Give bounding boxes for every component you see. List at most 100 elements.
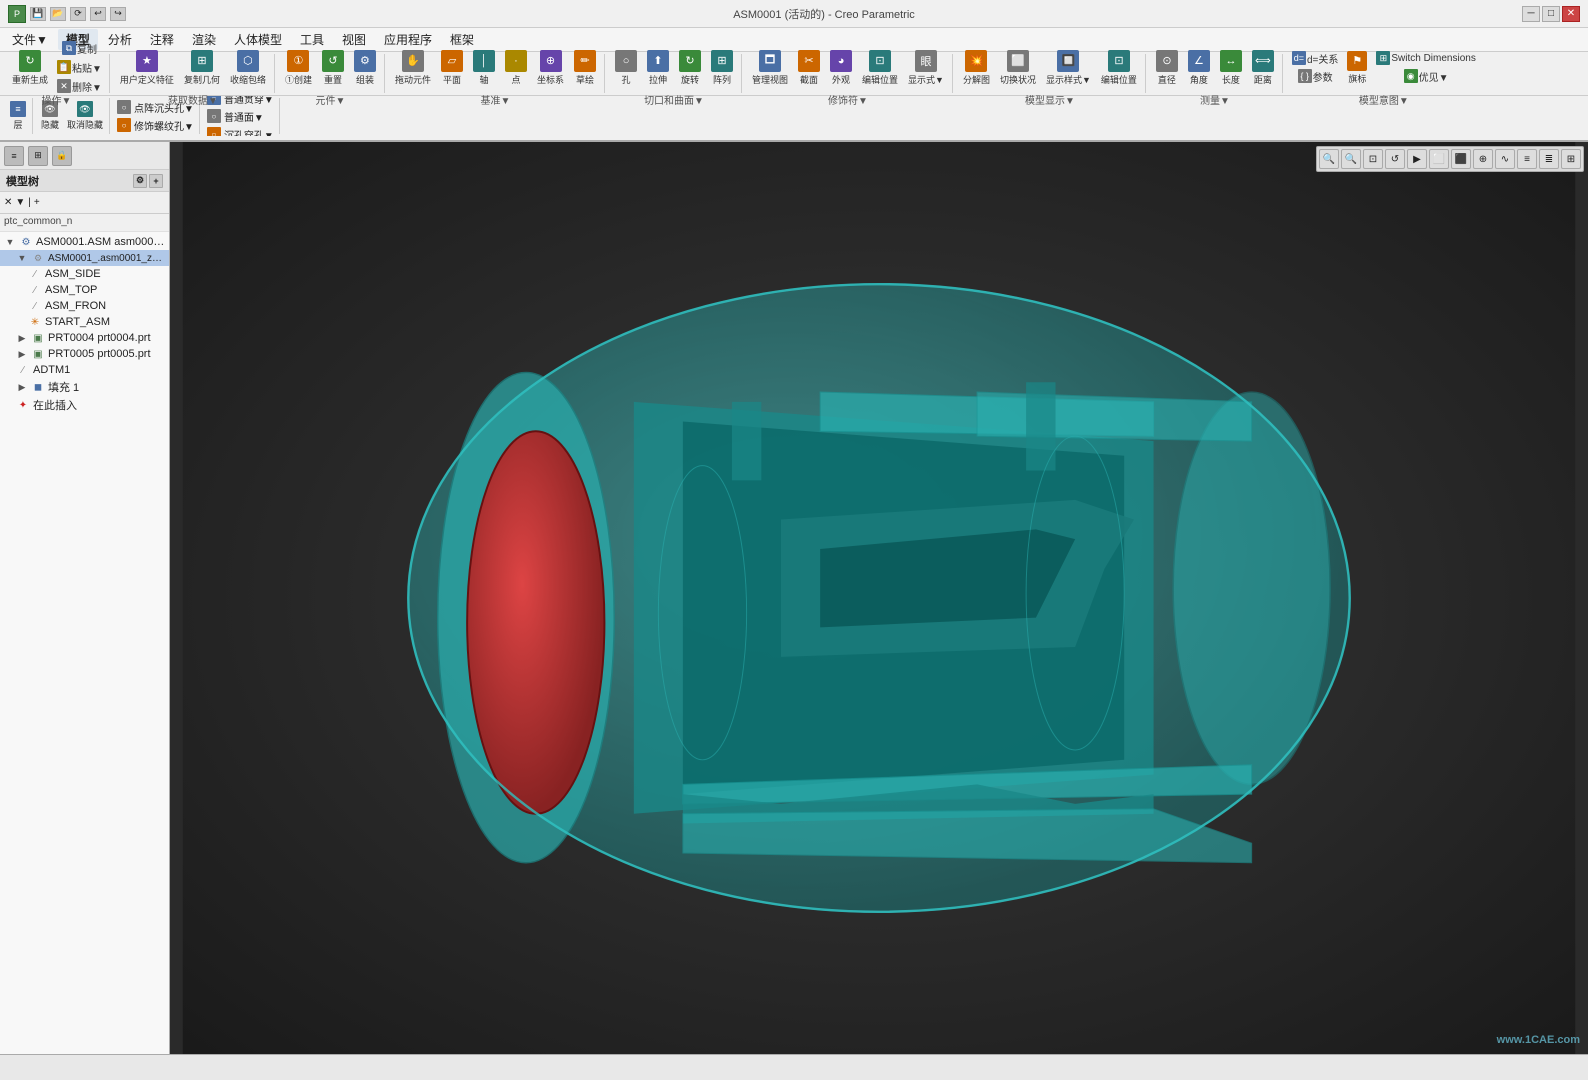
tree-settings-btn[interactable]: ⚙ — [133, 174, 147, 188]
btn-drag[interactable]: ✋ 拖动元件 — [391, 48, 435, 88]
btn-surface-hole-label: 普通面▼ — [224, 109, 264, 124]
tree-item-asm-top[interactable]: ∕ ASM_TOP — [0, 282, 169, 298]
btn-surface-hole[interactable]: ○ 普通面▼ — [205, 108, 276, 125]
btn-edit-pos2[interactable]: ⊡ 编辑位置 — [1097, 48, 1141, 88]
rt-fit[interactable]: ⊡ — [1363, 149, 1383, 169]
menu-view[interactable]: 视图 — [334, 29, 374, 50]
btn-assemble[interactable]: ⚙ 组装 — [350, 48, 380, 88]
btn-axis[interactable]: │ 轴 — [469, 48, 499, 88]
minimize-btn[interactable]: ─ — [1522, 6, 1540, 22]
btn-youjian[interactable]: ◉ 优见▼ — [1373, 68, 1478, 85]
btn-point[interactable]: · 点 — [501, 48, 531, 88]
btn-explode-label: 分解图 — [963, 73, 990, 86]
btn-paste[interactable]: 📋 粘贴▼ — [54, 59, 105, 76]
tree-expand-btn[interactable]: + — [149, 174, 163, 188]
btn-shrink-wrap[interactable]: ⬡ 收缩包络 — [226, 48, 270, 88]
btn-copy-geo[interactable]: ⊞ 复制几何 — [180, 48, 224, 88]
btn-display-style[interactable]: 眼 显示式▼ — [904, 48, 948, 88]
btn-distance[interactable]: ⟺ 距离 — [1248, 48, 1278, 88]
viewport[interactable]: 🔍 🔍 ⊡ ↺ ▶ ⬜ ⬛ ⊕ ∿ ≡ ≣ ⊞ — [170, 142, 1588, 1054]
quick-access-icon3[interactable]: ⟳ — [70, 7, 86, 21]
icon-insert: ✦ — [16, 398, 30, 412]
btn-hole[interactable]: ○ 孔 — [611, 48, 641, 88]
btn-explode[interactable]: 💥 分解图 — [959, 48, 994, 88]
btn-toggle-state[interactable]: ⬜ 切换状况 — [996, 48, 1040, 88]
btn-extrude[interactable]: ⬆ 拉伸 — [643, 48, 673, 88]
menu-human[interactable]: 人体模型 — [226, 29, 290, 50]
btn-length[interactable]: ↔ 长度 — [1216, 48, 1246, 88]
tree-item-prt0004[interactable]: ▶ ▣ PRT0004 prt0004.prt — [0, 330, 169, 346]
btn-deco-thread[interactable]: ○ 修饰螺纹孔▼ — [115, 117, 196, 134]
rt-curve[interactable]: ∿ — [1495, 149, 1515, 169]
quick-access-icon5[interactable]: ↪ — [110, 7, 126, 21]
btn-csys[interactable]: ⊕ 坐标系 — [533, 48, 568, 88]
menu-framework[interactable]: 框架 — [442, 29, 482, 50]
icon-prt0005: ▣ — [31, 347, 45, 361]
menu-tools[interactable]: 工具 — [292, 29, 332, 50]
rt-play[interactable]: ▶ — [1407, 149, 1427, 169]
btn-diameter[interactable]: ⊙ 直径 — [1152, 48, 1182, 88]
tree-item-asm0001[interactable]: ▼ ⚙ ASM0001_.asm0001_zkr100 — [0, 250, 169, 266]
menu-analysis[interactable]: 分析 — [100, 29, 140, 50]
menu-annotation[interactable]: 注释 — [142, 29, 182, 50]
rt-zoom-in[interactable]: 🔍 — [1319, 149, 1339, 169]
tree-item-root[interactable]: ▼ ⚙ ASM0001.ASM asm0001.asm — [0, 234, 169, 250]
sidebar-btn3[interactable]: 🔒 — [52, 146, 72, 166]
rt-wire[interactable]: ⬜ — [1429, 149, 1449, 169]
length-icon: ↔ — [1220, 50, 1242, 72]
btn-plane[interactable]: ▱ 平面 — [437, 48, 467, 88]
btn-edit-pos[interactable]: ⊡ 编辑位置 — [858, 48, 902, 88]
rt-grid2[interactable]: ≣ — [1539, 149, 1559, 169]
maximize-btn[interactable]: □ — [1542, 6, 1560, 22]
btn-relations[interactable]: d= d=关系 — [1289, 50, 1341, 67]
icon-datum-side: ∕ — [28, 267, 42, 281]
btn-reset[interactable]: ↺ 重置 — [318, 48, 348, 88]
btn-countersink2[interactable]: ○ 沉头孔▼ — [115, 135, 196, 137]
menu-apps[interactable]: 应用程序 — [376, 29, 440, 50]
label-root: ASM0001.ASM asm0001.asm — [36, 236, 165, 248]
rt-zoom-out[interactable]: 🔍 — [1341, 149, 1361, 169]
create-icon: ① — [287, 50, 309, 72]
menu-file[interactable]: 文件▼ — [4, 29, 56, 50]
delete-icon: ✕ — [57, 79, 71, 93]
btn-switch-dim[interactable]: ⊞ Switch Dimensions — [1373, 50, 1478, 67]
tree-item-asm-front[interactable]: ∕ ASM_FRON — [0, 298, 169, 314]
quick-access-icon4[interactable]: ↩ — [90, 7, 106, 21]
btn-angle[interactable]: ∠ 角度 — [1184, 48, 1214, 88]
btn-copy[interactable]: ⧉ 复制 — [54, 40, 105, 57]
rt-grid[interactable]: ≡ — [1517, 149, 1537, 169]
btn-params[interactable]: { } 参数 — [1289, 68, 1341, 85]
btn-pattern[interactable]: ⊞ 阵列 — [707, 48, 737, 88]
btn-cbore-through[interactable]: ○ 沉孔穿孔▼ — [205, 126, 276, 137]
tree-item-asm-side[interactable]: ∕ ASM_SIDE — [0, 266, 169, 282]
btn-regenerate[interactable]: ↻ 重新生成 — [8, 48, 52, 88]
btn-flag[interactable]: ⚑ 旗标 — [1343, 49, 1371, 87]
sidebar-btn2[interactable]: ⊞ — [28, 146, 48, 166]
tree-item-start-asm[interactable]: ✳ START_ASM — [0, 314, 169, 330]
rt-reset-view[interactable]: ↺ — [1385, 149, 1405, 169]
btn-create-label: ①创建 — [285, 73, 312, 86]
btn-section[interactable]: ✂ 截面 — [794, 48, 824, 88]
tree-item-prt0005[interactable]: ▶ ▣ PRT0005 prt0005.prt — [0, 346, 169, 362]
quick-access-icon1[interactable]: 💾 — [30, 7, 46, 21]
sidebar-btn1[interactable]: ≡ — [4, 146, 24, 166]
btn-layer[interactable]: ≡ 层 — [7, 100, 29, 132]
label-asm-front: ASM_FRON — [45, 300, 106, 312]
btn-revolve[interactable]: ↻ 旋转 — [675, 48, 705, 88]
quick-access-icon2[interactable]: 📂 — [50, 7, 66, 21]
btn-disp-style2[interactable]: 🔲 显示样式▼ — [1042, 48, 1095, 88]
close-btn[interactable]: ✕ — [1562, 6, 1580, 22]
tree-item-adtm1[interactable]: ∕ ADTM1 — [0, 362, 169, 378]
rt-csys[interactable]: ⊕ — [1473, 149, 1493, 169]
btn-manage-view[interactable]: 🗖 管理视图 — [748, 48, 792, 88]
menu-render[interactable]: 渲染 — [184, 29, 224, 50]
btn-sketch[interactable]: ✏ 草绘 — [570, 48, 600, 88]
tree-item-insert[interactable]: ✦ 在此插入 — [0, 396, 169, 414]
tree-item-fill1[interactable]: ▶ ◼ 填充 1 — [0, 378, 169, 396]
btn-user-feature[interactable]: ★ 用户定义特征 — [116, 48, 178, 88]
btn-display-style-label: 显示式▼ — [908, 73, 944, 86]
btn-appearance[interactable]: ◕ 外观 — [826, 48, 856, 88]
rt-pattern[interactable]: ⊞ — [1561, 149, 1581, 169]
rt-solid[interactable]: ⬛ — [1451, 149, 1471, 169]
btn-create[interactable]: ① ①创建 — [281, 48, 316, 88]
